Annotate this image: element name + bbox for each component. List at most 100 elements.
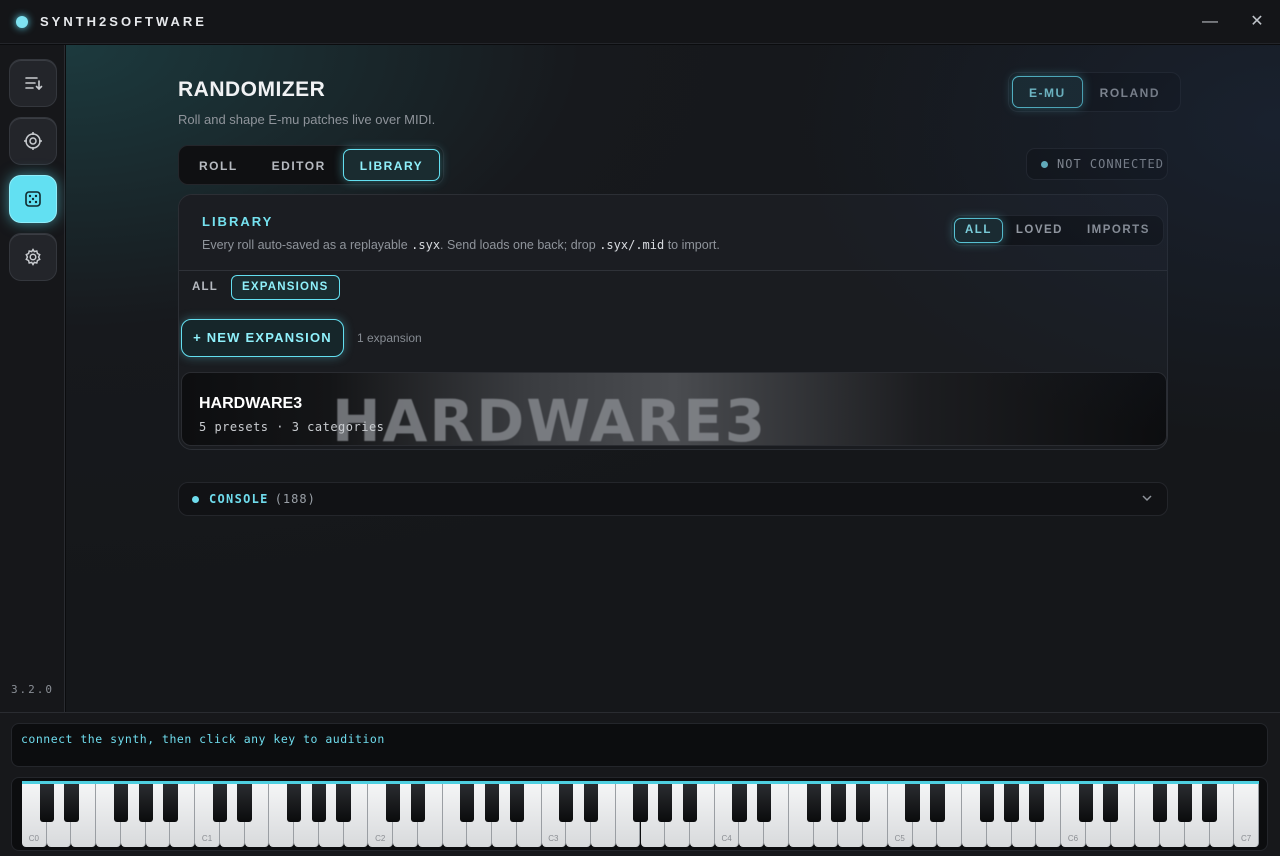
page-title: RANDOMIZER <box>178 78 326 101</box>
black-key[interactable] <box>64 784 79 822</box>
black-key[interactable] <box>1103 784 1118 822</box>
desc-code: .mid <box>635 238 665 252</box>
black-key[interactable] <box>410 784 425 822</box>
piano-keys: C0 C1 C2 C3 C4 C5 C6 C7 <box>22 781 1259 847</box>
expansion-card[interactable]: HARDWARE3 HARDWARE3 5 presets · 3 catego… <box>181 372 1167 446</box>
console-count: (188) <box>274 492 316 506</box>
black-key[interactable] <box>237 784 252 822</box>
black-key[interactable] <box>633 784 648 822</box>
black-key[interactable] <box>979 784 995 822</box>
library-title: LIBRARY <box>202 214 274 229</box>
nav-playlist-button[interactable] <box>9 59 57 107</box>
brand-tab-emu[interactable]: E-MU <box>1012 76 1083 108</box>
black-key[interactable] <box>138 784 153 822</box>
desc-code: .syx <box>599 238 629 252</box>
piano-keyboard: C0 C1 C2 C3 C4 C5 C6 C7 <box>11 777 1268 851</box>
brand-tab-roland[interactable]: ROLAND <box>1083 76 1177 108</box>
library-description: Every roll auto-saved as a replayable .s… <box>202 238 720 252</box>
black-key[interactable] <box>39 784 54 822</box>
connection-status: NOT CONNECTED <box>1026 148 1168 180</box>
subtab-expansions[interactable]: EXPANSIONS <box>230 275 340 300</box>
app-version: 3.2.0 <box>10 683 55 696</box>
black-key[interactable] <box>509 784 524 822</box>
app-logo-icon <box>16 15 28 28</box>
black-key[interactable] <box>311 784 327 822</box>
black-key[interactable] <box>286 784 302 822</box>
black-key[interactable] <box>163 784 178 822</box>
octave-label: C7 <box>1241 834 1252 843</box>
black-key[interactable] <box>212 784 228 822</box>
expansion-name: HARDWARE3 <box>199 395 303 412</box>
black-key[interactable] <box>1202 784 1217 822</box>
close-button[interactable]: ✕ <box>1245 10 1269 34</box>
black-key[interactable] <box>930 784 945 822</box>
black-key[interactable] <box>460 784 475 822</box>
minimize-button[interactable]: — <box>1198 10 1222 34</box>
black-key[interactable] <box>385 784 401 822</box>
console-dot-icon <box>192 495 199 503</box>
octave-label: C1 <box>201 834 213 843</box>
octave-label: C6 <box>1067 834 1079 843</box>
black-key[interactable] <box>1004 784 1019 822</box>
sidebar: 3.2.0 <box>0 45 65 712</box>
library-header: LIBRARY Every roll auto-saved as a repla… <box>179 195 1167 271</box>
filter-all[interactable]: ALL <box>954 218 1003 243</box>
black-key[interactable] <box>658 784 673 822</box>
white-key[interactable]: C7 <box>1234 784 1259 847</box>
new-expansion-button[interactable]: + NEW EXPANSION <box>181 319 344 357</box>
library-filter: ALL LOVED IMPORTS <box>951 215 1164 246</box>
nav-randomizer-button[interactable] <box>9 175 57 223</box>
console-label: CONSOLE <box>209 492 269 506</box>
audition-message: connect the synth, then click any key to… <box>21 732 385 746</box>
black-key[interactable] <box>1078 784 1093 822</box>
playlist-icon <box>25 77 43 91</box>
black-key[interactable] <box>682 784 698 822</box>
title-bar: SYNTH2SOFTWARE — ✕ <box>0 0 1280 44</box>
black-key[interactable] <box>831 784 846 822</box>
octave-label: C0 <box>28 834 39 843</box>
black-key[interactable] <box>1152 784 1168 822</box>
black-key[interactable] <box>113 784 129 822</box>
black-key[interactable] <box>905 784 920 822</box>
octave-label: C3 <box>548 834 559 843</box>
expansion-count: 1 expansion <box>357 331 422 345</box>
black-key[interactable] <box>559 784 574 822</box>
desc-text: . Send loads one back; drop <box>440 238 600 252</box>
black-key[interactable] <box>583 784 599 822</box>
gear-icon <box>25 248 41 266</box>
target-icon <box>24 132 42 150</box>
tab-editor[interactable]: EDITOR <box>255 149 343 181</box>
console-toggle[interactable]: CONSOLE (188) <box>178 482 1168 516</box>
black-key[interactable] <box>732 784 747 822</box>
tab-roll[interactable]: ROLL <box>182 149 255 181</box>
library-sub-tabs: ALL EXPANSIONS <box>179 275 340 300</box>
black-key[interactable] <box>757 784 772 822</box>
status-text: NOT CONNECTED <box>1057 157 1164 171</box>
black-key[interactable] <box>806 784 821 822</box>
mode-tabs: ROLL EDITOR LIBRARY <box>178 145 445 185</box>
black-key[interactable] <box>1029 784 1044 822</box>
black-key[interactable] <box>336 784 351 822</box>
filter-loved[interactable]: LOVED <box>1003 218 1076 243</box>
chevron-down-icon <box>1142 495 1152 502</box>
audition-message-box: connect the synth, then click any key to… <box>11 723 1268 767</box>
main-content: RANDOMIZER Roll and shape E-mu patches l… <box>66 45 1280 712</box>
expansion-meta: 5 presets · 3 categories <box>199 420 385 434</box>
synth-brand-switch: E-MU ROLAND <box>1008 72 1181 112</box>
octave-label: C4 <box>721 834 732 843</box>
library-panel: LIBRARY Every roll auto-saved as a repla… <box>178 194 1168 450</box>
octave-label: C2 <box>375 834 386 843</box>
tab-library[interactable]: LIBRARY <box>342 149 441 181</box>
black-key[interactable] <box>1177 784 1192 822</box>
nav-target-button[interactable] <box>9 117 57 165</box>
black-key[interactable] <box>855 784 871 822</box>
dice-icon <box>25 191 41 207</box>
status-dot-icon <box>1041 160 1048 168</box>
app-title: SYNTH2SOFTWARE <box>40 14 207 29</box>
expansion-cover-art: HARDWARE3 <box>332 387 768 446</box>
black-key[interactable] <box>484 784 500 822</box>
octave-label: C5 <box>894 834 905 843</box>
nav-settings-button[interactable] <box>9 233 57 281</box>
filter-imports[interactable]: IMPORTS <box>1076 218 1161 243</box>
subtab-all[interactable]: ALL <box>181 275 229 300</box>
